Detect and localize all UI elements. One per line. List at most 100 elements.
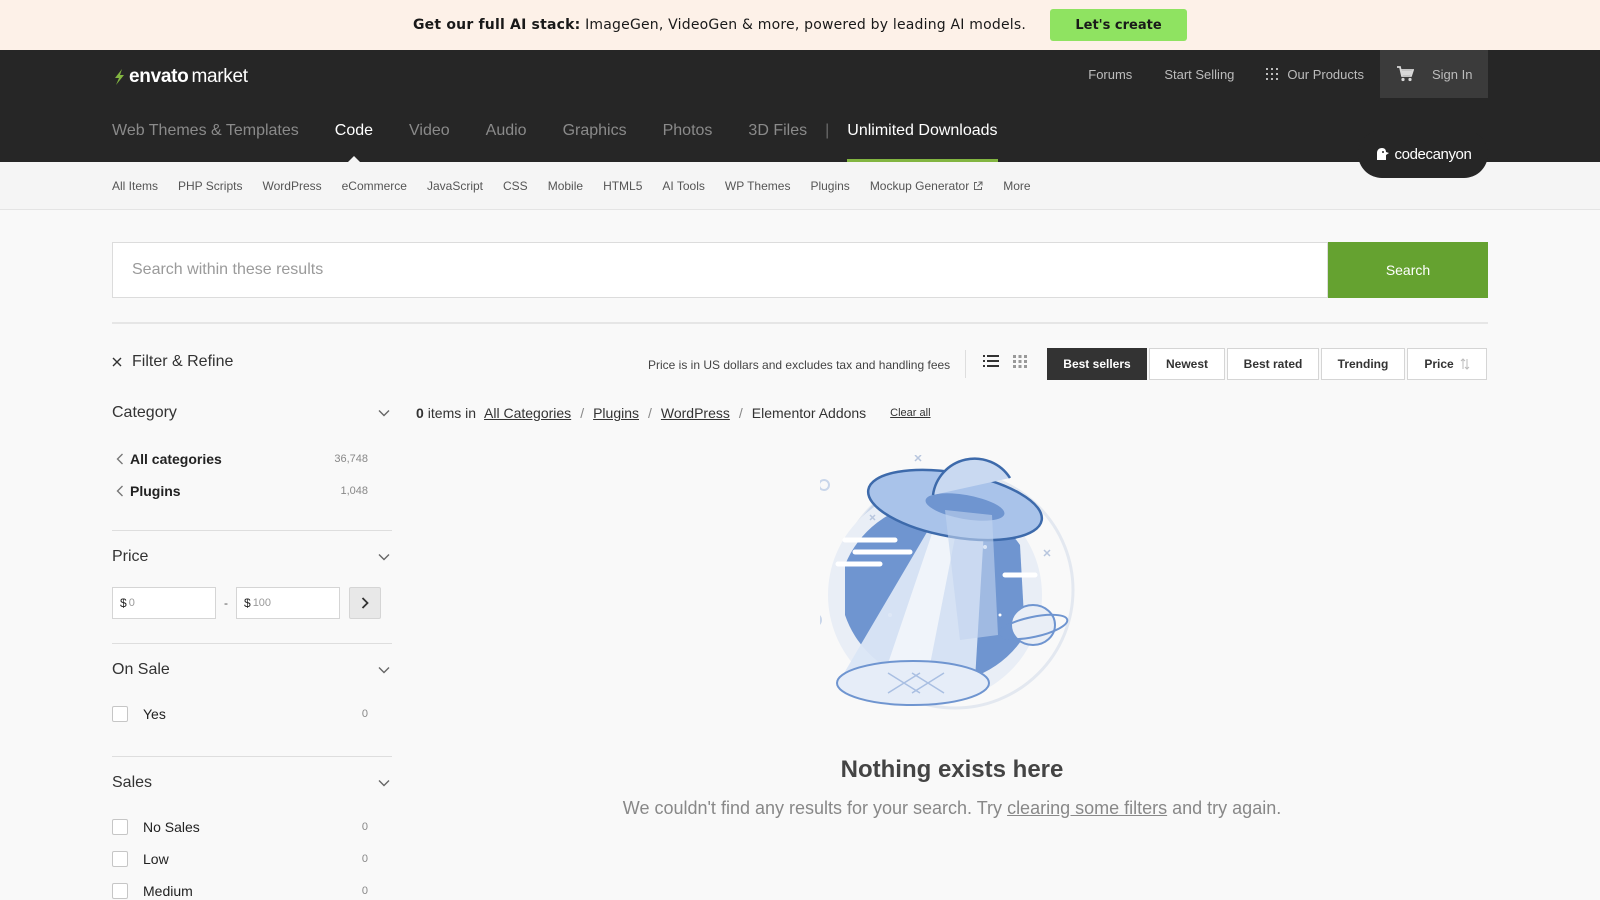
our-products-menu[interactable]: Our Products [1266,67,1364,82]
subnav-wp-themes[interactable]: WP Themes [725,179,791,193]
option-count: 0 [361,708,368,720]
start-selling-link[interactable]: Start Selling [1164,67,1234,82]
lets-create-button[interactable]: Let's create [1050,9,1188,41]
subnav-all-items[interactable]: All Items [112,179,158,193]
subnav-php-scripts[interactable]: PHP Scripts [178,179,242,193]
sales-facet: Sales No Sales 0 Low 0 Medium 0 [112,773,392,900]
option-count: 0 [361,885,368,897]
category-title: Category [112,404,177,421]
price-title: Price [112,548,149,565]
option-count: 0 [361,853,368,865]
sort-newest[interactable]: Newest [1149,348,1225,380]
subnav-ecommerce[interactable]: eCommerce [342,179,407,193]
cart-icon[interactable] [1396,66,1414,82]
clearing-filters-link[interactable]: clearing some filters [1007,798,1167,818]
nav-web-themes[interactable]: Web Themes & Templates [112,120,299,162]
checkbox[interactable] [112,706,128,722]
subnav-more[interactable]: More [1003,179,1030,193]
sort-price[interactable]: Price [1407,348,1487,380]
nav-separator: | [825,122,830,139]
price-max-input[interactable] [252,597,333,609]
chevron-right-icon [361,597,369,609]
chevron-left-icon [116,453,123,465]
breadcrumb-separator: / [580,405,585,421]
checkbox[interactable] [112,819,128,835]
promo-banner: Get our full AI stack: ImageGen, VideoGe… [0,0,1600,50]
currency-symbol: $ [120,596,127,610]
breadcrumb-separator: / [738,405,743,421]
subnav-plugins[interactable]: Plugins [810,179,849,193]
subnav-mockup-generator[interactable]: Mockup Generator [870,179,983,193]
subnav-html5[interactable]: HTML5 [603,179,642,193]
close-icon [112,357,122,367]
sort-best-rated[interactable]: Best rated [1227,348,1319,380]
nav-photos[interactable]: Photos [663,120,713,162]
sort-best-sellers[interactable]: Best sellers [1047,348,1147,380]
on-sale-facet-header[interactable]: On Sale [112,660,392,680]
nav-graphics[interactable]: Graphics [563,120,627,162]
facet-divider [112,530,392,531]
subnav-mobile[interactable]: Mobile [548,179,583,193]
empty-msg-before: We couldn't find any results for your se… [622,798,1003,818]
category-facet-header[interactable]: Category [112,403,392,423]
grid-view-icon[interactable] [1012,353,1028,369]
subnav-css[interactable]: CSS [503,179,528,193]
price-facet-header[interactable]: Price [112,547,392,567]
search-button[interactable]: Search [1328,242,1488,298]
sort-trending[interactable]: Trending [1321,348,1405,380]
breadcrumb-plugins[interactable]: Plugins [593,405,639,421]
price-apply-button[interactable] [349,587,381,619]
option-label: Yes [143,706,166,722]
our-products-label: Our Products [1287,66,1364,82]
on-sale-option-yes[interactable]: Yes 0 [112,698,392,730]
on-sale-facet: On Sale Yes 0 [112,660,392,730]
nav-unlimited-downloads[interactable]: Unlimited Downloads [847,120,998,162]
nav-code[interactable]: Code [335,120,373,162]
sales-option-low[interactable]: Low 0 [112,843,392,875]
subnav-wordpress[interactable]: WordPress [262,179,321,193]
price-note: Price is in US dollars and excludes tax … [648,358,951,372]
main-nav: Web Themes & Templates Code Video Audio … [112,120,998,162]
subnav-javascript[interactable]: JavaScript [427,179,483,193]
apps-grid-icon [1266,68,1279,80]
category-count: 36,748 [334,453,368,465]
filter-refine-toggle[interactable]: Filter & Refine [112,353,233,371]
results-count: 0 [416,405,424,421]
checkbox[interactable] [112,851,128,867]
breadcrumb-all-categories[interactable]: All Categories [484,405,571,421]
nav-audio[interactable]: Audio [486,120,527,162]
search-input[interactable] [112,242,1328,298]
cart-signin-area: Sign In [1380,50,1488,98]
subnav-mockup-label: Mockup Generator [869,178,970,193]
empty-state-title: Nothing exists here [840,756,1064,783]
price-min-input[interactable] [128,597,209,609]
nav-video[interactable]: Video [409,120,450,162]
sort-options: Best sellers Newest Best rated Trending … [1047,348,1489,380]
chevron-down-icon [378,554,390,561]
list-view-icon[interactable] [983,353,999,369]
codecanyon-badge[interactable]: codecanyon [1358,130,1488,178]
category-label: Plugins [130,483,181,499]
chevron-down-icon [378,667,390,674]
option-label: Medium [143,883,193,899]
promo-bold-text: Get our full AI stack: [412,17,581,33]
results-breadcrumb: 0 items in All Categories / Plugins / Wo… [416,405,931,421]
codecanyon-label: codecanyon [1394,145,1472,163]
search-divider [112,322,1488,324]
nav-3d-files[interactable]: 3D Files [748,120,807,162]
checkbox[interactable] [112,883,128,899]
price-max-field[interactable]: $ [236,587,340,619]
category-item-plugins[interactable]: Plugins 1,048 [112,475,392,507]
envato-market-logo[interactable]: envato market [112,66,248,88]
forums-link[interactable]: Forums [1088,67,1132,82]
clear-all-link[interactable]: Clear all [890,407,930,419]
subnav-ai-tools[interactable]: AI Tools [662,179,704,193]
price-min-field[interactable]: $ [112,587,216,619]
category-item-all[interactable]: All categories 36,748 [112,443,392,475]
sort-price-label: Price [1424,357,1454,371]
currency-symbol: $ [244,596,251,610]
sales-option-medium[interactable]: Medium 0 [112,875,392,900]
breadcrumb-wordpress[interactable]: WordPress [661,405,730,421]
sort-arrows-icon [1460,358,1470,370]
sign-in-link[interactable]: Sign In [1432,67,1472,82]
